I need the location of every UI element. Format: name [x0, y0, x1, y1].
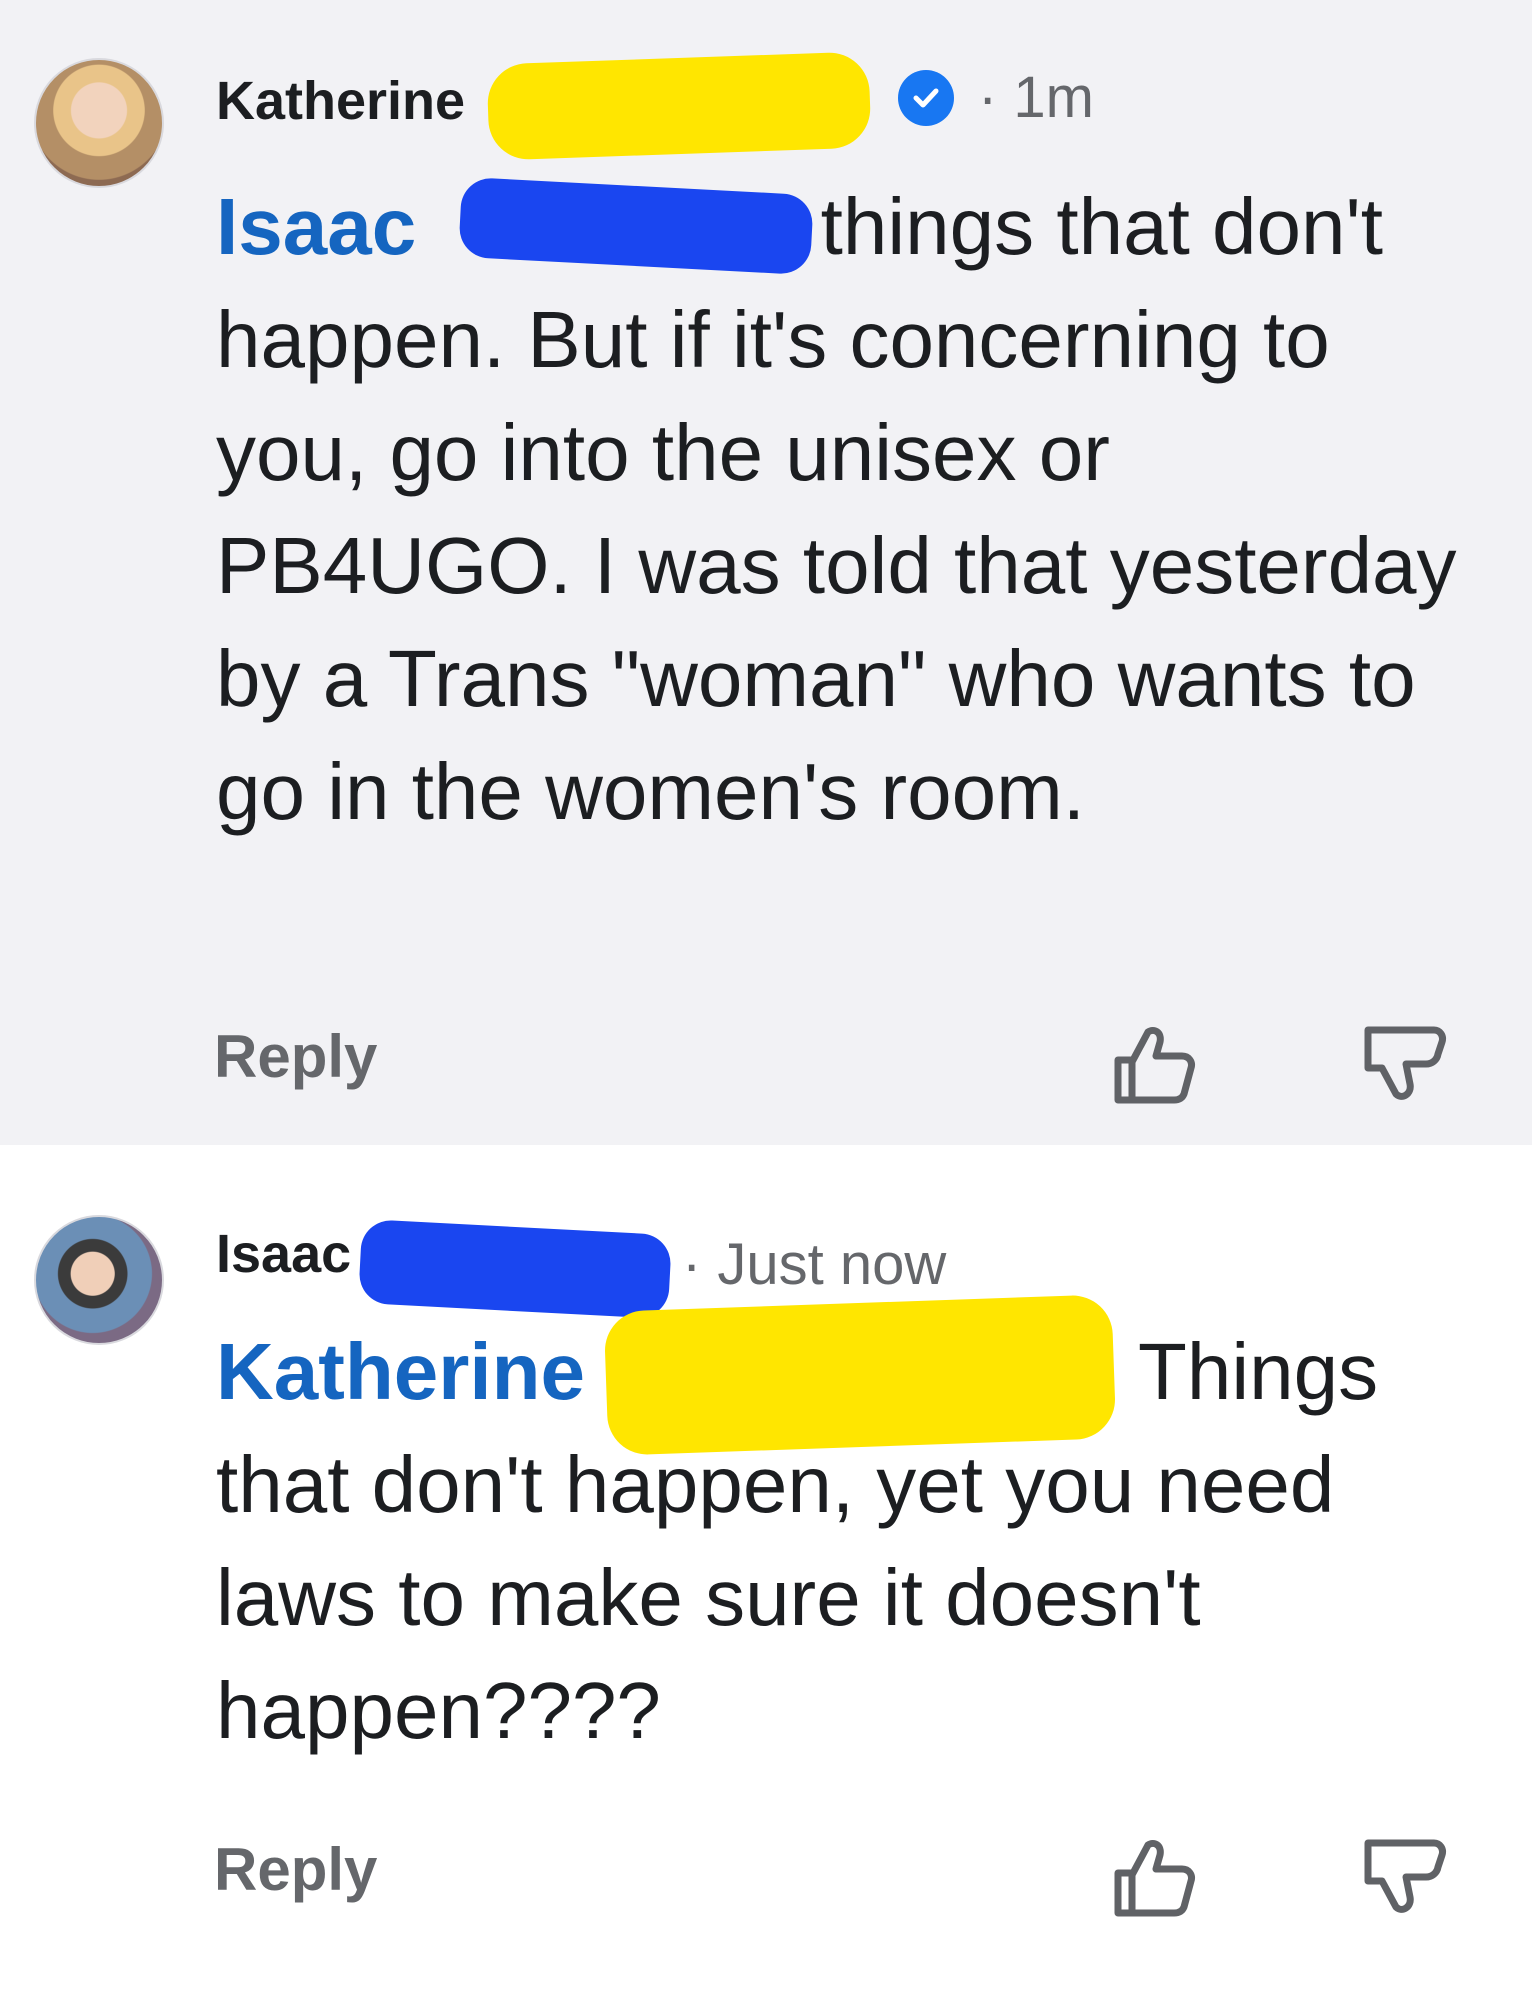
comment-text-rest: that don't happen, yet you need laws to …: [216, 1440, 1335, 1755]
comment-text-line1: things that don't: [820, 182, 1384, 271]
thumbs-down-icon[interactable]: [1358, 1020, 1448, 1110]
thumbs-up-icon[interactable]: [1108, 1020, 1198, 1110]
redaction-mark: [603, 1294, 1117, 1456]
comment-1: Katherine · 1m Isaac things that don't h…: [0, 0, 1532, 1145]
mention-link[interactable]: Katherine: [216, 1327, 585, 1416]
verified-badge-icon: [898, 70, 954, 126]
timestamp: · Just now: [682, 1232, 947, 1297]
comment-text-line1: Things: [1138, 1327, 1379, 1416]
reply-button[interactable]: Reply: [214, 1835, 377, 1904]
thumbs-down-icon[interactable]: [1358, 1833, 1448, 1923]
thumbs-up-icon[interactable]: [1108, 1833, 1198, 1923]
timestamp: · 1m: [978, 65, 1094, 130]
author-name[interactable]: Katherine: [216, 70, 465, 132]
avatar[interactable]: [34, 58, 164, 188]
comment-2: Isaac · Just now Katherine Things that d…: [0, 1145, 1532, 2000]
redaction-mark: [358, 1218, 672, 1320]
redaction-mark: [486, 51, 872, 161]
mention-link[interactable]: Isaac: [216, 182, 416, 271]
author-name[interactable]: Isaac: [216, 1223, 351, 1285]
avatar[interactable]: [34, 1215, 164, 1345]
comment-text-rest: happen. But if it's concerning to you, g…: [216, 295, 1457, 836]
comment-text: Isaac things that don't happen. But if i…: [216, 170, 1476, 848]
reply-button[interactable]: Reply: [214, 1022, 377, 1091]
